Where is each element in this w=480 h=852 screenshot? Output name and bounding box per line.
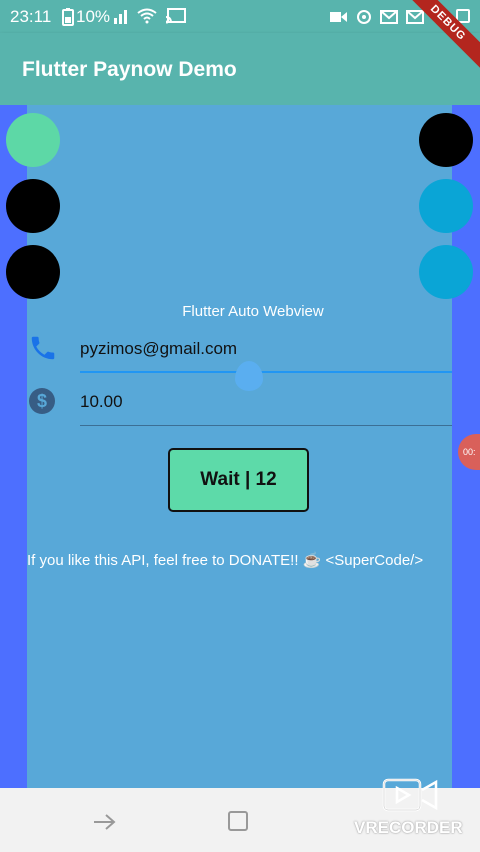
content-area xyxy=(27,105,452,788)
donate-text: If you like this API, feel free to DONAT… xyxy=(27,551,423,569)
cast-icon xyxy=(165,8,186,29)
donate-message: If you like this API, feel free to DONAT… xyxy=(27,552,326,569)
video-icon xyxy=(330,9,348,30)
signal-icon xyxy=(114,8,128,29)
circle-left-1 xyxy=(6,113,60,167)
app-bar: Flutter Paynow Demo xyxy=(0,33,480,105)
vrecorder-logo-icon xyxy=(382,776,438,816)
amount-field-underline xyxy=(80,425,452,426)
supercode-tag: <SuperCode/> xyxy=(325,552,424,569)
checkbox-icon xyxy=(456,9,470,23)
status-icons-right xyxy=(330,9,470,30)
vrecorder-watermark: VRECORDER xyxy=(354,818,463,837)
gmail-icon xyxy=(406,9,424,30)
status-icons-left xyxy=(114,8,186,29)
wait-button[interactable]: Wait | 12 xyxy=(168,448,309,512)
gmail-icon xyxy=(380,9,398,30)
circle-right-1 xyxy=(419,113,473,167)
dollar-icon: $ xyxy=(28,387,56,415)
webview-label: Flutter Auto Webview xyxy=(0,303,480,320)
email-field[interactable]: pyzimos@gmail.com xyxy=(80,339,237,359)
amount-field[interactable]: 10.00 xyxy=(80,392,123,412)
wait-button-label: Wait | 12 xyxy=(200,469,277,490)
circle-right-2 xyxy=(419,179,473,233)
circle-left-2 xyxy=(6,179,60,233)
circle-left-3 xyxy=(6,245,60,299)
webview-label-text: Flutter Auto Webview xyxy=(182,303,324,320)
back-arrow-icon[interactable] xyxy=(92,812,116,832)
wifi-icon xyxy=(137,8,157,29)
text-cursor-handle[interactable] xyxy=(235,361,263,391)
battery-percent: 10% xyxy=(76,7,111,26)
circle-right-3 xyxy=(419,245,473,299)
status-bar: 23:11 10% xyxy=(0,0,480,33)
whatsapp-icon xyxy=(432,9,448,30)
svg-text:$: $ xyxy=(37,391,47,411)
status-time: 23:11 xyxy=(10,7,52,26)
email-field-underline xyxy=(80,371,452,373)
app-title: Flutter Paynow Demo xyxy=(22,58,237,81)
battery-icon xyxy=(62,8,74,31)
sync-icon xyxy=(356,9,372,30)
home-square-icon[interactable] xyxy=(228,811,248,831)
phone-icon xyxy=(28,333,58,363)
recorder-timer: 00: xyxy=(463,447,476,457)
